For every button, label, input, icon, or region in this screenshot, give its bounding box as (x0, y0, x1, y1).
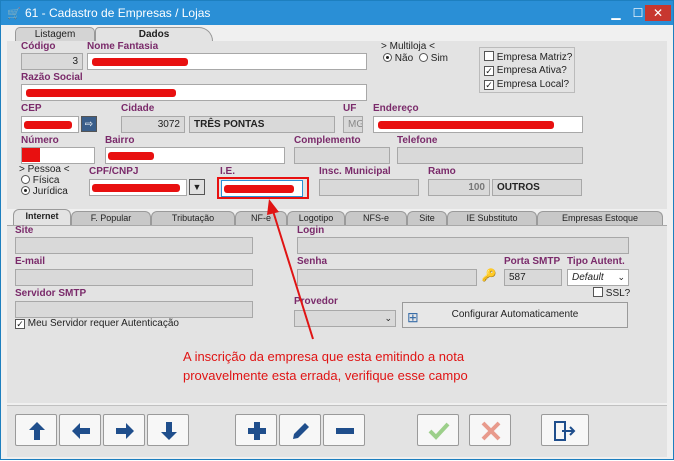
edit-button[interactable] (279, 414, 321, 446)
minus-icon (336, 428, 354, 434)
previous-record-button[interactable] (59, 414, 101, 446)
x-icon (481, 421, 501, 441)
arrow-left-icon (72, 423, 90, 439)
annotation-arrow (267, 199, 314, 340)
window: 🛒 61 - Cadastro de Empresas / Lojas ▁ ☐ … (0, 0, 674, 460)
bottom-toolbar (7, 405, 667, 457)
cancel-button[interactable] (469, 414, 511, 446)
first-record-button[interactable] (15, 414, 57, 446)
arrow-up-icon (29, 422, 45, 440)
pencil-icon (293, 423, 309, 439)
exit-door-icon (554, 421, 576, 441)
annotation-line-1: A inscrição da empresa que esta emitindo… (183, 349, 465, 364)
arrow-right-icon (116, 423, 134, 439)
delete-button[interactable] (323, 414, 365, 446)
plus-icon (248, 422, 266, 440)
confirm-button[interactable] (417, 414, 459, 446)
exit-button[interactable] (541, 414, 589, 446)
next-record-button[interactable] (103, 414, 145, 446)
last-record-button[interactable] (147, 414, 189, 446)
arrow-down-icon (161, 422, 177, 440)
check-icon (428, 422, 450, 440)
add-button[interactable] (235, 414, 277, 446)
annotation-line-2: provavelmente esta errada, verifique ess… (183, 368, 468, 383)
annotation-text: A inscrição da empresa que esta emitindo… (183, 347, 523, 385)
